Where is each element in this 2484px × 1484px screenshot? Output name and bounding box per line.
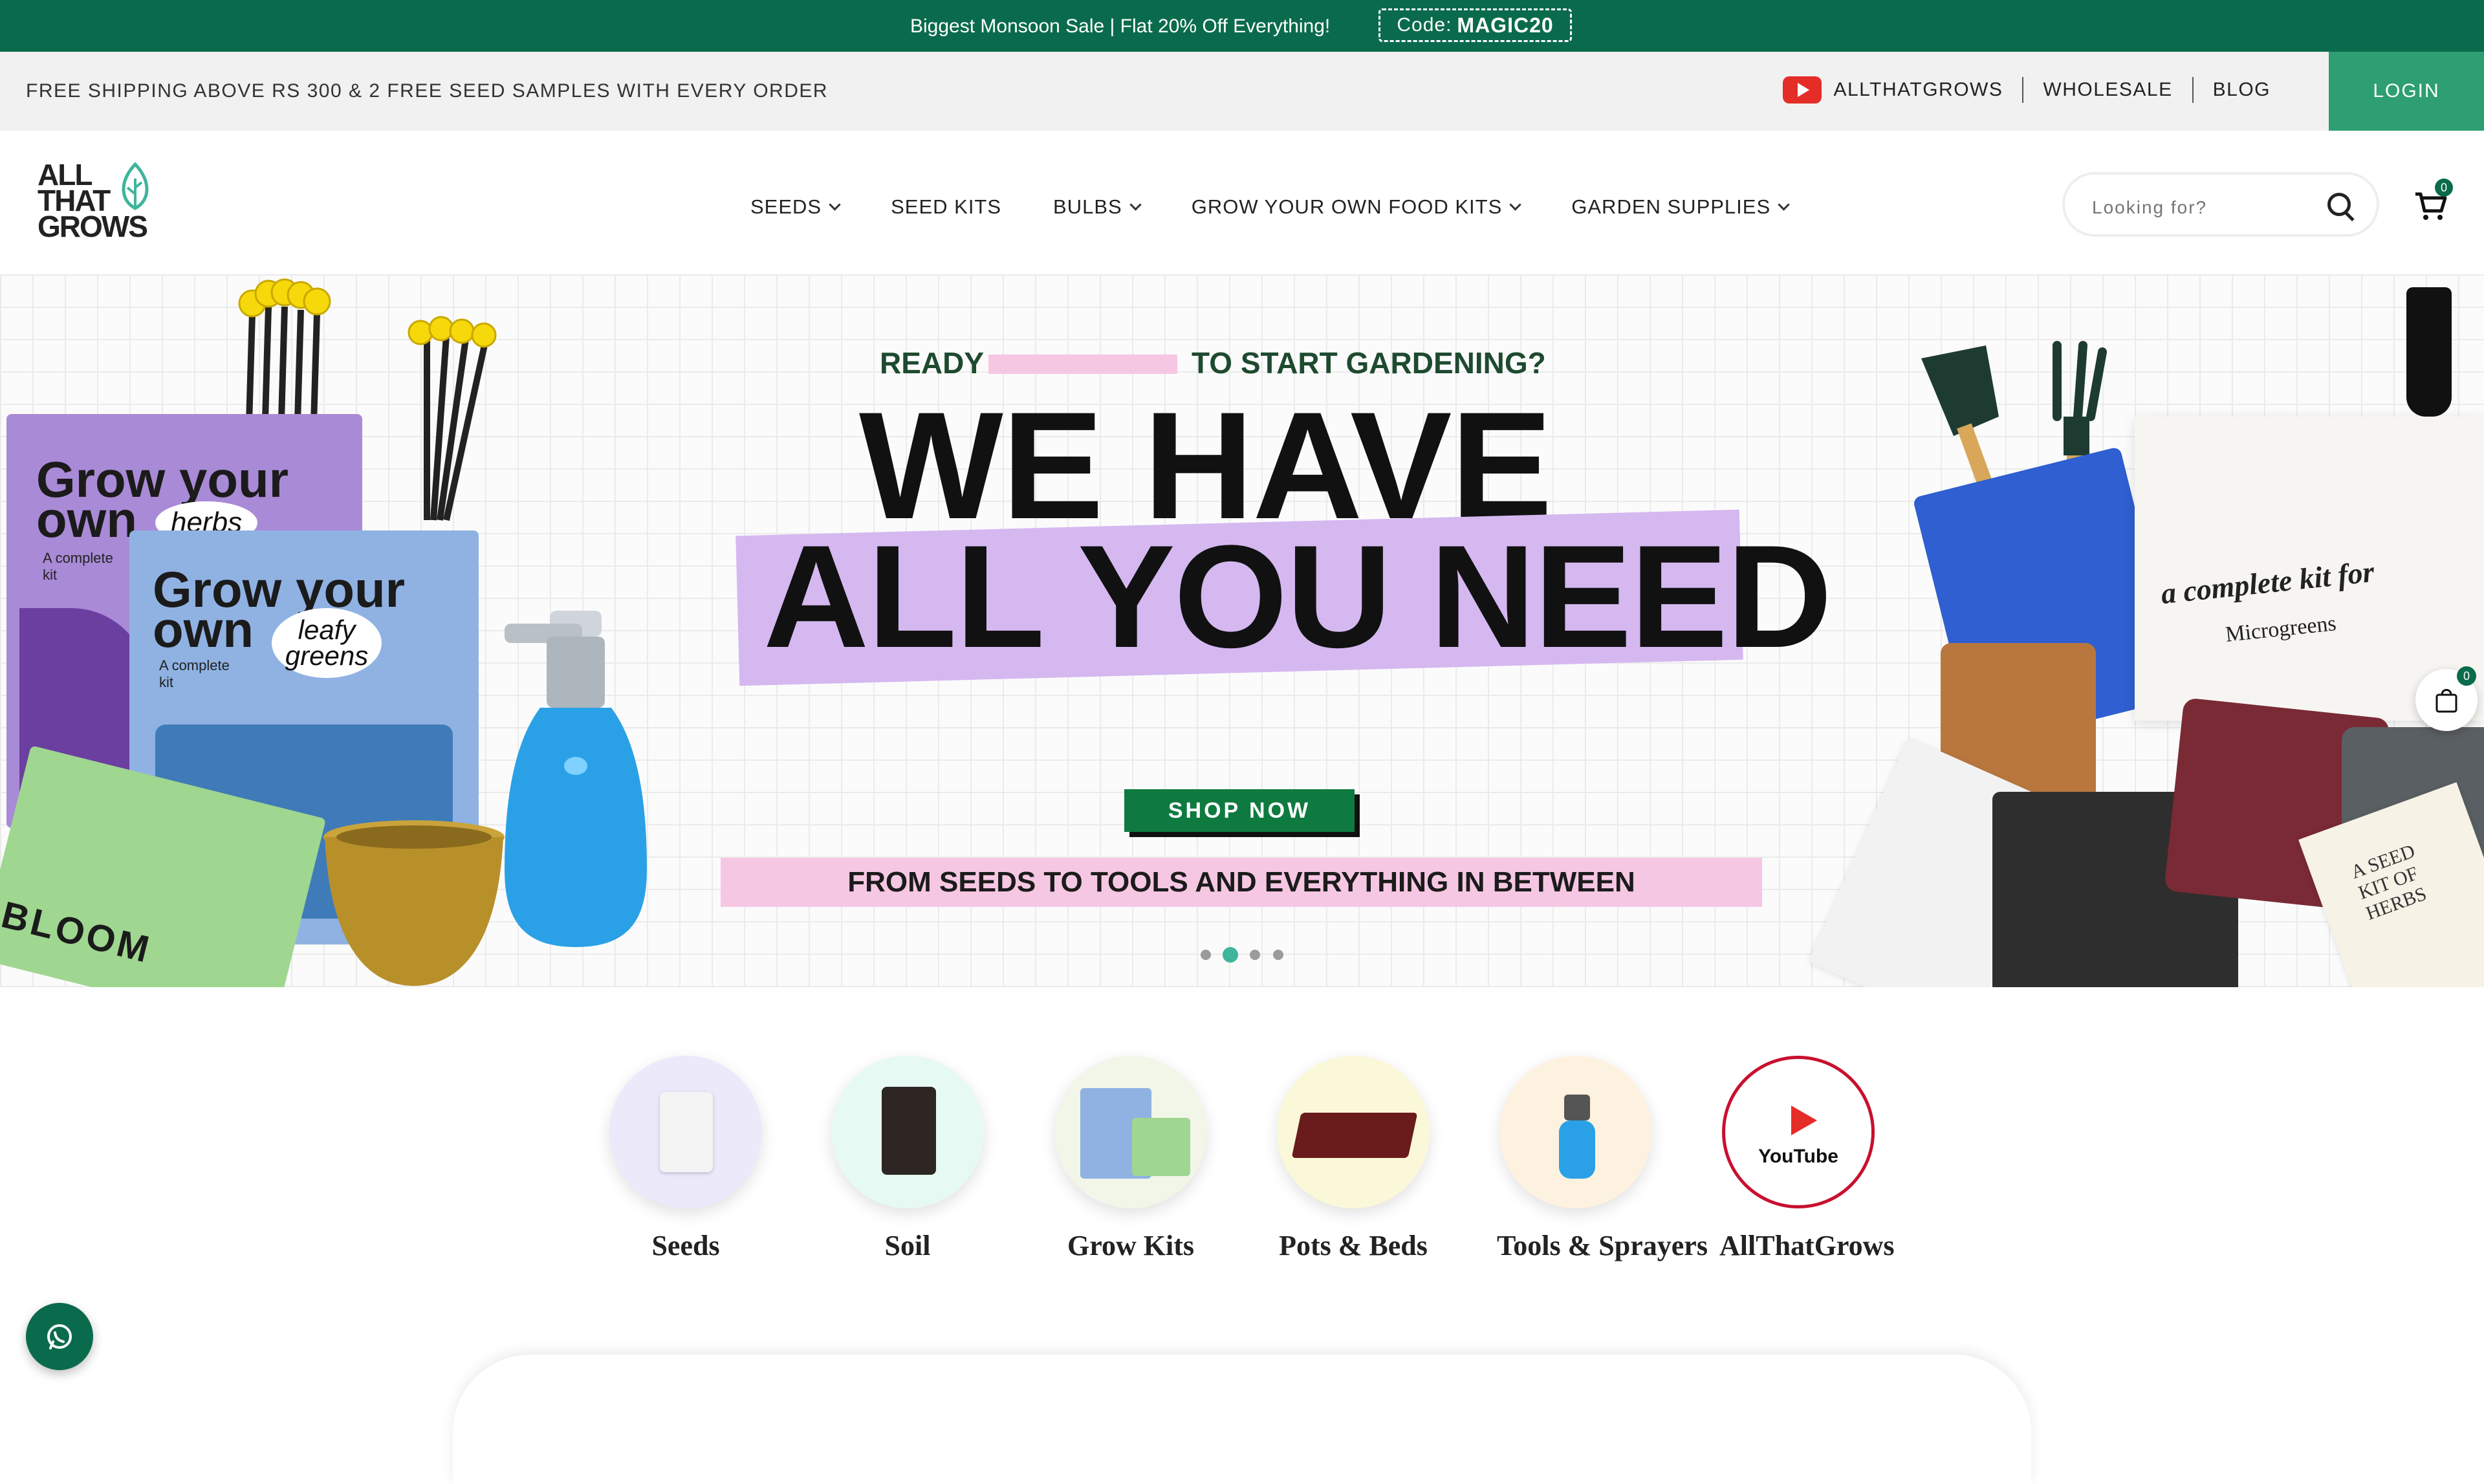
- chevron-down-icon: [1129, 198, 1142, 211]
- main-nav: SEEDS SEED KITS BULBS GROW YOUR OWN FOOD…: [750, 195, 1840, 219]
- nav-label: BULBS: [1053, 195, 1122, 218]
- top-links: ALLTHATGROWS WHOLESALE BLOG: [1783, 76, 2271, 104]
- leafy-greens-kit-subtitle: A complete kit: [159, 657, 230, 690]
- divider: [2192, 77, 2194, 103]
- hero-left-products: Grow your own A complete kit herbs Grow …: [0, 274, 712, 987]
- wholesale-link[interactable]: WHOLESALE: [2043, 79, 2172, 101]
- leaf-icon: [122, 162, 149, 210]
- chevron-down-icon: [1509, 198, 1521, 211]
- promo-code-value: MAGIC20: [1457, 13, 1554, 37]
- nav-garden-supplies[interactable]: GARDEN SUPPLIES: [1571, 195, 1790, 219]
- gold-pot-image: [323, 820, 505, 986]
- sprayer-bottle-image: [505, 611, 647, 947]
- category-label: Grow Kits: [1067, 1230, 1194, 1261]
- category-seeds-image: [609, 1056, 762, 1208]
- nav-label: GROW YOUR OWN FOOD KITS: [1191, 195, 1503, 218]
- search-input[interactable]: [2091, 194, 2313, 221]
- leafy-greens-burst: leafy greens: [272, 608, 382, 678]
- promo-text: Biggest Monsoon Sale | Flat 20% Off Ever…: [910, 16, 1331, 37]
- search-box: [2062, 172, 2379, 237]
- nav-label: SEEDS: [750, 195, 822, 218]
- floating-cart-button[interactable]: 0: [2415, 666, 2478, 731]
- shop-now-button[interactable]: SHOP NOW: [1124, 789, 1355, 832]
- hero-pink-highlight: [988, 355, 1177, 374]
- cart-count-badge: 0: [2435, 179, 2453, 197]
- chevron-down-icon: [829, 198, 841, 211]
- search-icon[interactable]: [2327, 193, 2351, 216]
- microgreens-kit-subtitle: Microgreens: [2224, 611, 2338, 647]
- carousel-dot-1[interactable]: [1201, 950, 1211, 960]
- nav-bulbs[interactable]: BULBS: [1053, 195, 1142, 219]
- category-soil-image: [831, 1056, 984, 1208]
- category-pots-beds[interactable]: Pots & Beds: [1274, 1056, 1432, 1262]
- shipping-notice: FREE SHIPPING ABOVE RS 300 & 2 FREE SEED…: [26, 80, 829, 102]
- category-pots-beds-image: [1277, 1056, 1430, 1208]
- youtube-wordmark: YouTube: [1758, 1146, 1838, 1167]
- nav-label: GARDEN SUPPLIES: [1571, 195, 1771, 218]
- nav-seed-kits[interactable]: SEED KITS: [891, 195, 1001, 219]
- solar-torch-image: [2406, 287, 2452, 417]
- whatsapp-icon: [47, 1324, 72, 1349]
- category-label: Pots & Beds: [1279, 1230, 1428, 1261]
- nav-grow-your-own-food-kits[interactable]: GROW YOUR OWN FOOD KITS: [1191, 195, 1521, 219]
- category-label: Soil: [884, 1230, 931, 1261]
- nav-label: SEED KITS: [891, 195, 1002, 218]
- category-youtube-image: YouTube: [1722, 1056, 1875, 1208]
- bloom-box-label: BLOOM: [0, 893, 156, 972]
- hero-banner[interactable]: Grow your own A complete kit herbs Grow …: [0, 274, 2484, 987]
- promo-code[interactable]: Code: MAGIC20: [1378, 8, 1572, 42]
- youtube-icon: [1783, 76, 1822, 104]
- herbs-kit-subtitle: A complete kit: [43, 550, 113, 583]
- hero-tagline: FROM SEEDS TO TOOLS AND EVERYTHING IN BE…: [721, 858, 1762, 907]
- herbs-seed-kit-text: A SEED KIT OF HERBS: [2348, 840, 2430, 924]
- hero-headline-line-2: ALL YOU NEED: [763, 514, 1832, 678]
- login-button[interactable]: LOGIN: [2329, 52, 2484, 131]
- category-soil[interactable]: Soil: [829, 1056, 986, 1262]
- cart-button[interactable]: 0: [2413, 179, 2453, 224]
- carousel-dot-2[interactable]: [1223, 947, 1238, 963]
- category-grow-kits-image: [1054, 1056, 1207, 1208]
- category-label: Tools & Sprayers: [1497, 1230, 1708, 1261]
- info-bar: FREE SHIPPING ABOVE RS 300 & 2 FREE SEED…: [0, 52, 2484, 131]
- promo-bar: Biggest Monsoon Sale | Flat 20% Off Ever…: [0, 0, 2484, 52]
- chevron-down-icon: [1778, 198, 1790, 211]
- blog-link[interactable]: BLOG: [2213, 79, 2271, 101]
- hero-start-text: TO START GARDENING?: [1192, 346, 1546, 380]
- next-section-card: [453, 1355, 2031, 1484]
- floating-cart-count-badge: 0: [2457, 666, 2476, 686]
- logo[interactable]: ALL THAT GROWS: [38, 160, 160, 246]
- category-label: AllThatGrows: [1719, 1230, 1895, 1261]
- hero-ready-text: READY: [880, 346, 985, 380]
- microgreens-kit-text: a complete kit for: [2159, 554, 2376, 611]
- hero-right-products: a complete kit for Microgreens A SEED KI…: [1808, 274, 2484, 987]
- category-tools-sprayers-image: [1499, 1056, 1652, 1208]
- category-seeds[interactable]: Seeds: [607, 1056, 765, 1262]
- youtube-play-icon: [1791, 1106, 1817, 1135]
- category-label: Seeds: [651, 1230, 720, 1261]
- promo-code-prefix: Code:: [1397, 14, 1452, 36]
- nav-seeds[interactable]: SEEDS: [750, 195, 841, 219]
- divider: [2022, 77, 2024, 103]
- category-grow-kits[interactable]: Grow Kits: [1052, 1056, 1210, 1262]
- category-tools-sprayers[interactable]: Tools & Sprayers: [1497, 1056, 1708, 1262]
- category-youtube[interactable]: YouTube AllThatGrows: [1719, 1056, 1895, 1262]
- carousel-dot-4[interactable]: [1273, 950, 1283, 960]
- carousel-dot-3[interactable]: [1250, 950, 1260, 960]
- shopping-bag-icon: [2435, 689, 2457, 713]
- youtube-link[interactable]: ALLTHATGROWS: [1833, 79, 2003, 101]
- whatsapp-button[interactable]: [26, 1303, 93, 1370]
- logo-line-3: GROWS: [38, 210, 148, 243]
